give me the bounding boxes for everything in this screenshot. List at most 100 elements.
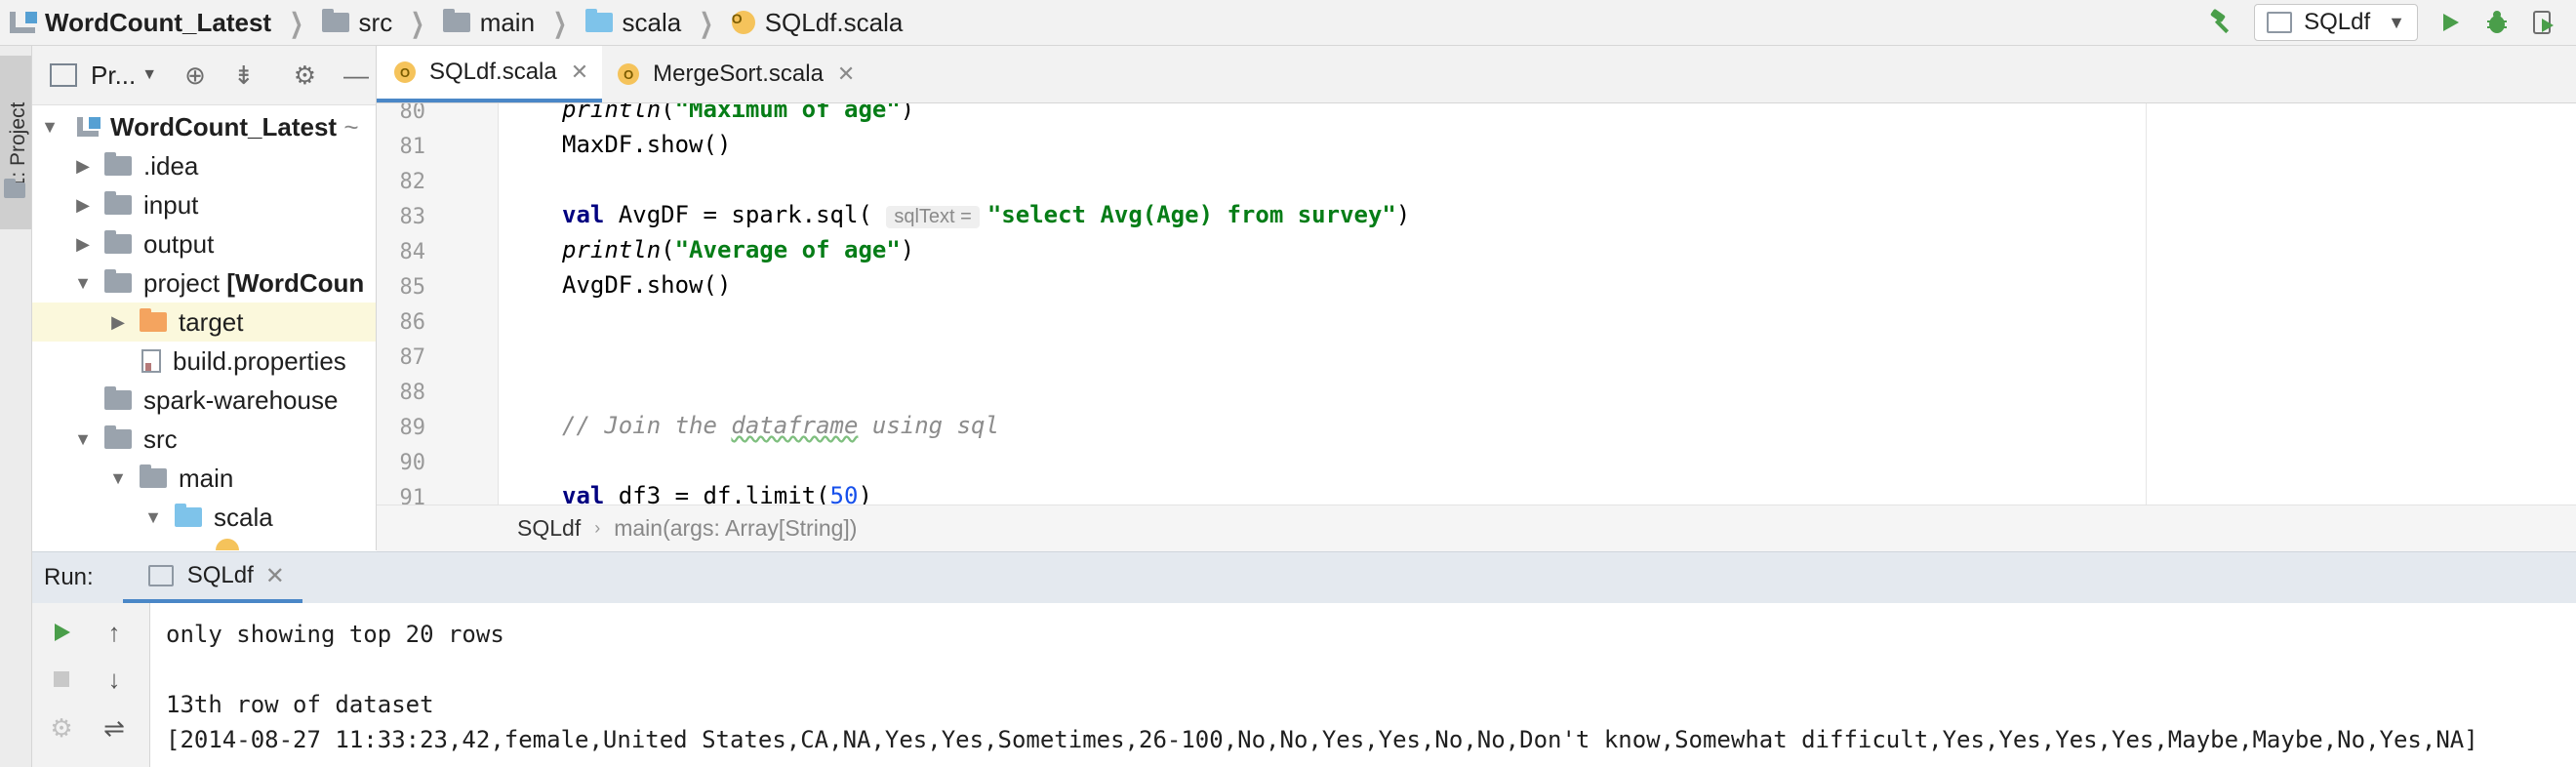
chevron-down-icon[interactable]: ▼ <box>106 468 130 489</box>
code-line-85: AvgDF.show() <box>562 271 732 299</box>
run-console-output[interactable]: only showing top 20 rows 13th row of dat… <box>150 603 2576 767</box>
tree-item-target-label: target <box>179 306 244 337</box>
tree-item-main[interactable]: ▼ main <box>32 459 376 498</box>
locate-target-icon[interactable]: ⊕ <box>184 61 206 91</box>
code-breadcrumb: SQLdf › main(args: Array[String]) <box>377 505 2576 551</box>
breadcrumb-scala[interactable]: scala <box>584 0 682 45</box>
code-line-89: // Join the dataframe using sql <box>562 412 999 439</box>
line-number-gutter[interactable]: 80 81 82 83 84 85 86 87 88 89 90 91 <box>377 103 499 505</box>
breadcrumb-file-label: SQLdf.scala <box>764 7 904 37</box>
excluded-folder-icon <box>140 308 167 332</box>
code-token-plain: df3 = df.limit( <box>604 482 830 505</box>
rerun-play-icon[interactable] <box>44 615 79 650</box>
code-token-number: 50 <box>829 482 859 505</box>
tree-item-output[interactable]: ▶ output <box>32 224 376 263</box>
close-icon[interactable]: ✕ <box>265 562 285 590</box>
breadcrumb-main-label: main <box>479 7 536 37</box>
line-number: 84 <box>399 240 426 264</box>
coverage-icon[interactable] <box>2529 8 2558 37</box>
navigation-bar: WordCount_Latest ❯ src ❯ main ❯ scala ❯ … <box>0 0 2576 46</box>
chevron-down-icon[interactable]: ▼ <box>71 429 95 450</box>
tree-item-scala-label: scala <box>214 502 273 532</box>
chevron-right-icon[interactable]: ▶ <box>106 312 130 333</box>
console-line: [2014-08-27 11:33:23,42,female,United St… <box>166 726 2478 753</box>
line-number: 88 <box>399 381 426 405</box>
tree-item-input[interactable]: ▶ input <box>32 185 376 224</box>
code-token-string: "Maximum of age" <box>674 103 901 123</box>
editor-tab-bar: O SQLdf.scala ✕ O MergeSort.scala ✕ <box>377 46 2576 103</box>
stop-icon[interactable] <box>44 662 79 697</box>
tool-window-stripe: 1: Project <box>0 46 32 767</box>
scroll-up-icon[interactable]: ↑ <box>97 615 132 650</box>
folder-icon <box>104 386 132 410</box>
chevron-right-icon: ❯ <box>552 7 567 38</box>
tree-item-build-properties[interactable]: build.properties <box>32 342 376 381</box>
tree-item-partial[interactable] <box>32 537 376 550</box>
breadcrumb-project[interactable]: WordCount_Latest <box>10 0 271 45</box>
breadcrumb-scala-label: scala <box>622 7 682 37</box>
code-token-string: "Average of age" <box>674 236 901 263</box>
line-number: 90 <box>399 451 426 475</box>
tree-item-src-label: src <box>143 424 178 454</box>
chevron-right-icon[interactable]: ▶ <box>71 195 95 216</box>
tab-mergesort-scala[interactable]: O MergeSort.scala ✕ <box>602 46 868 102</box>
code-breadcrumb-object[interactable]: SQLdf <box>517 515 581 542</box>
chevron-down-icon: ▼ <box>2388 12 2405 32</box>
tree-item-project-label: project <box>143 267 221 298</box>
breadcrumb-src[interactable]: src <box>321 0 392 45</box>
tree-item-target[interactable]: ▶ target <box>32 303 376 342</box>
chevron-down-icon[interactable]: ▼ <box>38 117 61 138</box>
close-icon[interactable]: ✕ <box>837 61 855 87</box>
code-token-function: println <box>562 103 662 123</box>
folder-icon <box>104 269 132 293</box>
run-panel-label: Run: <box>44 564 94 590</box>
breadcrumb-main[interactable]: main <box>442 0 536 45</box>
code-breadcrumb-method[interactable]: main(args: Array[String]) <box>614 515 857 542</box>
scroll-down-icon[interactable]: ↓ <box>97 662 132 697</box>
scala-object-icon <box>216 539 239 550</box>
line-number: 82 <box>399 170 426 194</box>
soft-wrap-icon[interactable]: ⇌ <box>97 710 132 746</box>
line-number: 89 <box>399 416 426 440</box>
tree-item-project[interactable]: ▼ project [WordCoun <box>32 263 376 303</box>
chevron-right-icon[interactable]: ▶ <box>71 234 95 255</box>
run-tab-label: SQLdf <box>186 562 254 588</box>
build-hammer-icon[interactable] <box>2207 8 2236 37</box>
code-editor[interactable]: 80 81 82 83 84 85 86 87 88 89 90 91 prin… <box>377 103 2576 505</box>
properties-file-icon <box>141 349 161 373</box>
collapse-all-icon[interactable]: ⇟ <box>233 61 255 91</box>
tab-sqldf-scala[interactable]: O SQLdf.scala ✕ <box>377 46 603 102</box>
code-line-81: MaxDF.show() <box>562 131 732 158</box>
tree-item-scala[interactable]: ▼ scala <box>32 498 376 537</box>
folder-icon <box>104 191 132 215</box>
tree-item-root[interactable]: ▼ WordCount_Latest ~ <box>32 107 376 146</box>
close-icon[interactable]: ✕ <box>571 60 588 85</box>
breadcrumb-file[interactable]: O SQLdf.scala <box>731 0 904 45</box>
run-tab-sqldf[interactable]: SQLdf ✕ <box>122 552 302 603</box>
project-view-select[interactable]: Pr... <box>91 61 136 91</box>
minimize-icon[interactable]: — <box>343 61 369 91</box>
project-tool-window-button[interactable]: 1: Project <box>0 56 31 229</box>
run-play-icon[interactable] <box>2435 8 2465 37</box>
tree-item-spark-warehouse[interactable]: spark-warehouse <box>32 381 376 420</box>
tree-item-spark-warehouse-label: spark-warehouse <box>143 384 339 415</box>
right-margin-guide <box>2146 103 2147 505</box>
chevron-down-icon[interactable]: ▼ <box>141 507 165 528</box>
line-number: 86 <box>399 310 426 335</box>
tree-item-idea[interactable]: ▶ .idea <box>32 146 376 185</box>
run-configuration-select[interactable]: SQLdf ▼ <box>2254 4 2418 41</box>
gear-icon[interactable]: ⚙ <box>294 61 316 91</box>
chevron-right-icon[interactable]: ▶ <box>71 156 95 177</box>
tree-item-input-label: input <box>143 189 199 220</box>
tree-item-root-path: ~ <box>343 111 359 141</box>
run-panel-header: Run: SQLdf ✕ <box>32 551 2576 604</box>
code-line-80: println("Maximum of age") <box>562 103 914 123</box>
chevron-down-icon[interactable]: ▼ <box>71 273 95 294</box>
folder-icon <box>321 9 349 32</box>
project-tree: ▼ WordCount_Latest ~ ▶ .idea ▶ input ▶ o… <box>32 105 376 550</box>
debug-bug-icon[interactable] <box>2482 8 2512 37</box>
settings-disabled-icon[interactable]: ⚙ <box>44 710 79 746</box>
tree-item-build-properties-label: build.properties <box>173 345 346 376</box>
tree-item-src[interactable]: ▼ src <box>32 420 376 459</box>
chevron-down-icon[interactable]: ▼ <box>141 66 157 84</box>
